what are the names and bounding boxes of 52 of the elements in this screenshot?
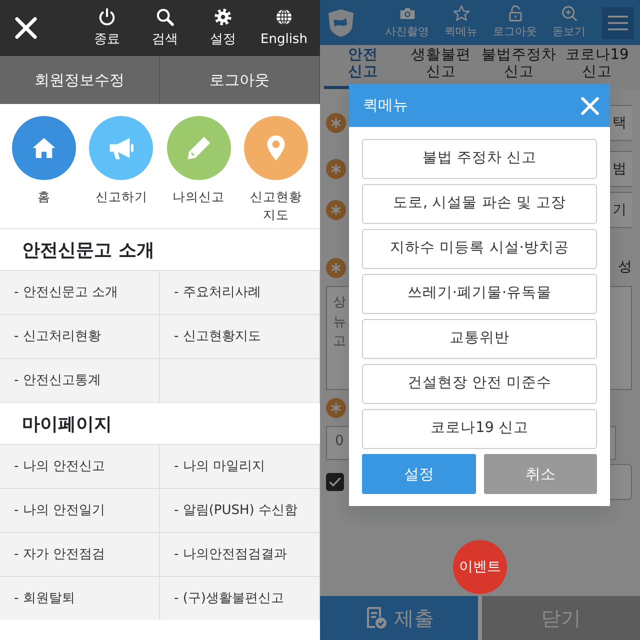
toolbar-button[interactable]: English [256,6,312,50]
menu-icon [608,14,628,32]
menu-link[interactable]: - 나의 안전신고 [0,444,160,488]
star-icon [452,4,470,24]
menu-link[interactable]: - 안전신문고 소개 [0,270,160,314]
shortcut-button[interactable]: 나의신고 [160,116,237,228]
check-icon [328,475,342,489]
close-button[interactable] [14,16,38,40]
menu-link[interactable]: - 나의안전점검결과 [160,532,320,576]
quick-menu-item[interactable]: 불법 주정차 신고 [362,139,597,179]
zoom-in-icon [560,4,578,24]
document-check-icon [364,606,388,630]
quick-menu-item[interactable]: 건설현장 안전 미준수 [362,364,597,404]
menu-link[interactable]: - 자가 안전점검 [0,532,160,576]
menu-link[interactable]: - 회원탈퇴 [0,576,160,620]
asterisk-icon [326,398,346,418]
field-label: 성 [618,258,632,277]
menu-link[interactable]: - 신고처리현황 [0,314,160,358]
tab[interactable]: 생활불편 신고 [402,45,480,89]
quick-menu-item[interactable]: 쓰레기·폐기물·유독물 [362,274,597,314]
shortcut-button[interactable]: 홈 [6,116,82,228]
menu-link[interactable]: - (구)생활불편신고 [160,576,320,620]
checkbox[interactable] [326,473,344,491]
tab[interactable]: 코로나19 신고 [558,45,636,89]
close-icon [580,96,600,116]
power-icon [97,6,117,27]
menu-button[interactable] [602,6,634,38]
toolbar-button[interactable]: 설정 [198,6,248,50]
settings-icon [213,6,233,27]
menu-link[interactable]: - 안전신고통계 [0,358,160,402]
quick-menu-item[interactable]: 도로, 시설물 파손 및 고장 [362,184,597,224]
asterisk-icon [326,159,346,179]
asterisk-icon [326,200,346,220]
dialog-title: 퀵메뉴 [363,95,408,116]
menu-link[interactable]: - 신고현황지도 [160,314,320,358]
asterisk-icon [326,258,346,278]
asterisk-icon [326,113,346,133]
quick-menu-item[interactable]: 교통위반 [362,319,597,359]
menu-link[interactable]: - 주요처리사례 [160,270,320,314]
close-icon [14,16,38,40]
tab[interactable]: 불법주정차 신고 [480,45,558,89]
globe-icon [274,6,294,27]
menu-link[interactable]: - 나의 마일리지 [160,444,320,488]
quick-menu-item[interactable]: 코로나19 신고 [362,409,597,449]
search-icon [155,6,175,27]
shortcut-button[interactable]: 신고하기 [83,116,160,228]
shortcut-button[interactable]: 신고현황 지도 [238,116,314,228]
quick-menu-item[interactable]: 지하수 미등록 시설·방치공 [362,229,597,269]
toolbar-button[interactable]: 종료 [82,6,132,50]
menu-link[interactable]: - 알림(PUSH) 수신함 [160,488,320,532]
menu-link[interactable]: - 나의 안전일기 [0,488,160,532]
toolbar-button[interactable]: 검색 [140,6,190,50]
